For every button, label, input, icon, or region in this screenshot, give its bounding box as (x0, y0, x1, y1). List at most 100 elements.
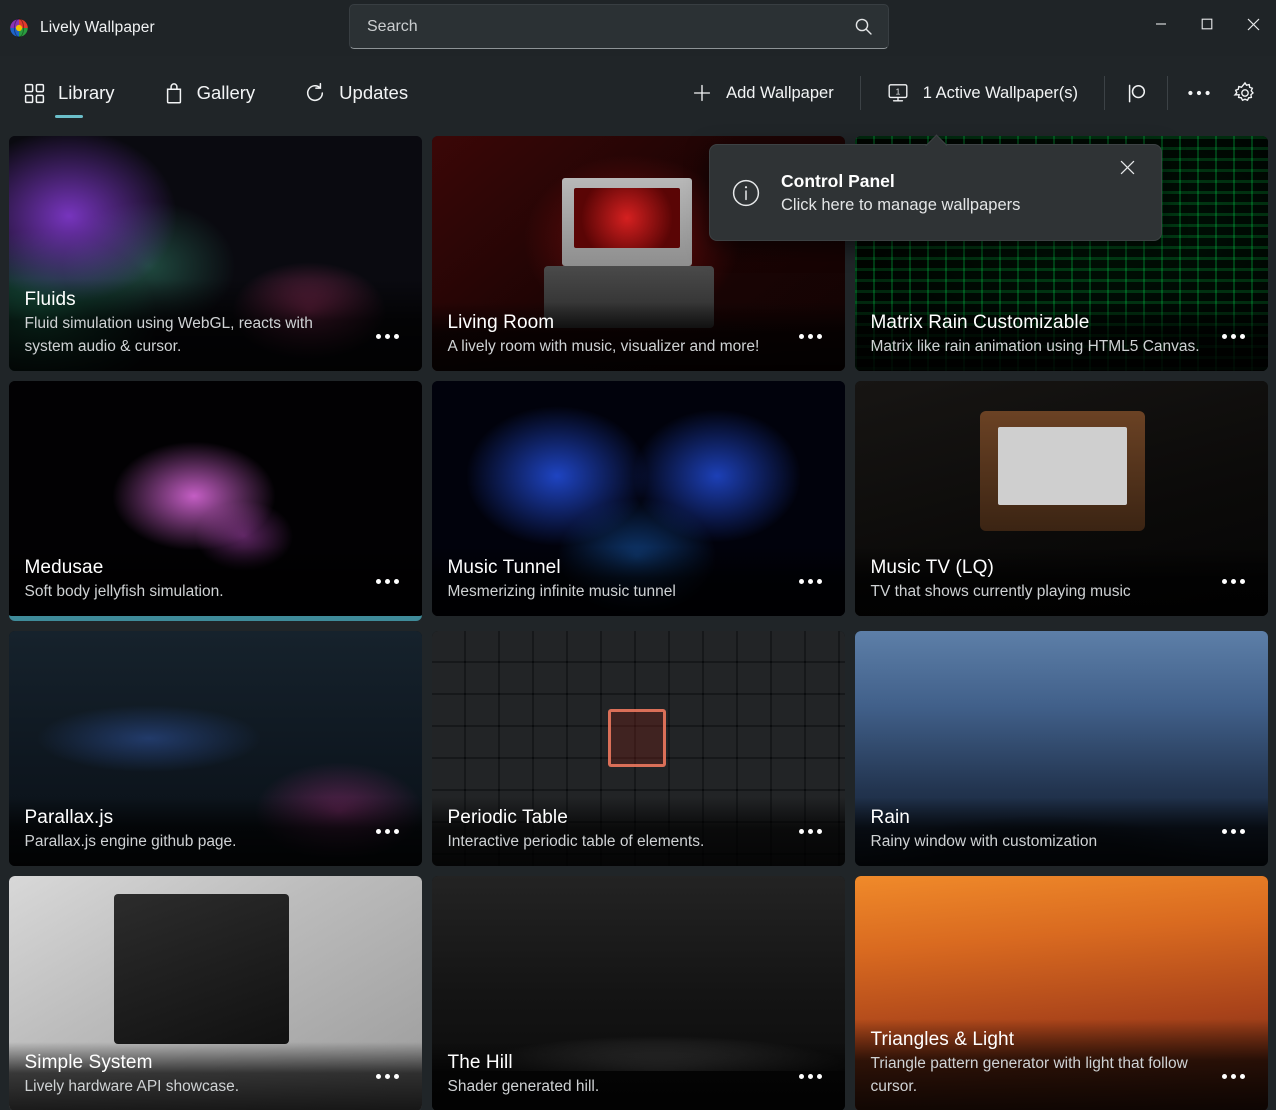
tab-gallery-underline (195, 115, 223, 118)
tab-updates-label: Updates (339, 82, 409, 103)
card-overlay: Triangles & Light Triangle pattern gener… (854, 1019, 1268, 1110)
card-texts: Fluids Fluid simulation using WebGL, rea… (25, 289, 368, 359)
card-overlay: Music TV (LQ) TV that shows currently pl… (854, 547, 1268, 616)
card-more-options-icon[interactable] (368, 319, 408, 353)
app-title: Lively Wallpaper (40, 19, 155, 36)
card-description: Mesmerizing infinite music tunnel (447, 583, 676, 601)
card-overlay: Rain Rainy window with customization (854, 797, 1268, 866)
card-title: Fluids (24, 289, 76, 311)
card-title: The Hill (447, 1052, 513, 1074)
card-description: Matrix like rain animation using HTML5 C… (870, 338, 1200, 356)
card-description: Shader generated hill. (447, 1078, 600, 1096)
tab-updates-underline (342, 115, 370, 118)
card-overlay: Periodic Table Interactive periodic tabl… (431, 797, 845, 866)
card-texts: Triangles & Light Triangle pattern gener… (871, 1029, 1214, 1099)
search-icon[interactable] (846, 11, 880, 43)
refresh-icon (304, 82, 326, 104)
card-title: Matrix Rain Customizable (870, 312, 1090, 334)
wallpaper-card-parallax-js[interactable]: Parallax.js Parallax.js engine github pa… (8, 631, 422, 866)
tab-library[interactable]: Library (16, 67, 123, 119)
wallpaper-card-rain[interactable]: Rain Rainy window with customization (854, 631, 1268, 866)
card-description: Triangle pattern generator with light th… (870, 1055, 1188, 1096)
tab-gallery[interactable]: Gallery (156, 67, 264, 119)
card-overlay: Living Room A lively room with music, vi… (431, 302, 845, 371)
add-wallpaper-label: Add Wallpaper (726, 83, 834, 102)
more-horizontal-icon[interactable] (1176, 70, 1222, 116)
card-more-options-icon[interactable] (368, 814, 408, 848)
card-overlay: Medusae Soft body jellyfish simulation. (8, 547, 422, 616)
card-overlay: Music Tunnel Mesmerizing infinite music … (431, 547, 845, 616)
card-more-options-icon[interactable] (1214, 814, 1254, 848)
active-wallpapers-label: 1 Active Wallpaper(s) (922, 83, 1078, 102)
card-overlay: Matrix Rain Customizable Matrix like rai… (854, 302, 1268, 371)
wallpaper-card-the-hill[interactable]: The Hill Shader generated hill. (431, 876, 845, 1110)
card-overlay: Fluids Fluid simulation using WebGL, rea… (8, 279, 422, 371)
wallpaper-card-medusae[interactable]: Medusae Soft body jellyfish simulation. (8, 381, 422, 621)
card-texts: Periodic Table Interactive periodic tabl… (448, 807, 791, 854)
card-more-options-icon[interactable] (368, 564, 408, 598)
card-more-options-icon[interactable] (1214, 1059, 1254, 1093)
card-description: Interactive periodic table of elements. (447, 833, 705, 851)
wallpaper-card-music-tunnel[interactable]: Music Tunnel Mesmerizing infinite music … (431, 381, 845, 616)
search-box[interactable] (349, 4, 889, 49)
toolbar-divider-3 (1167, 76, 1168, 110)
card-more-options-icon[interactable] (1214, 564, 1254, 598)
card-more-options-icon[interactable] (791, 1059, 831, 1093)
card-description: Lively hardware API showcase. (24, 1078, 240, 1096)
tab-gallery-label: Gallery (196, 82, 256, 103)
wallpaper-card-triangles-and-light[interactable]: Triangles & Light Triangle pattern gener… (854, 876, 1268, 1110)
close-icon[interactable] (1230, 0, 1276, 48)
svg-text:1: 1 (895, 86, 900, 96)
card-more-options-icon[interactable] (368, 1059, 408, 1093)
card-title: Music TV (LQ) (870, 557, 994, 579)
gear-icon[interactable] (1222, 70, 1268, 116)
search-container (349, 4, 889, 49)
maximize-icon[interactable] (1184, 0, 1230, 48)
card-more-options-icon[interactable] (791, 319, 831, 353)
wallpaper-card-periodic-table[interactable]: Periodic Table Interactive periodic tabl… (431, 631, 845, 866)
card-title: Living Room (447, 312, 555, 334)
card-texts: Music TV (LQ) TV that shows currently pl… (871, 557, 1214, 604)
wallpaper-card-music-tv-lq[interactable]: Music TV (LQ) TV that shows currently pl… (854, 381, 1268, 616)
search-input[interactable] (367, 17, 846, 36)
active-wallpapers-button[interactable]: 1 1 Active Wallpaper(s) (869, 70, 1096, 116)
card-texts: Living Room A lively room with music, vi… (448, 312, 791, 359)
card-description: Fluid simulation using WebGL, reacts wit… (24, 315, 313, 356)
card-title: Periodic Table (447, 807, 568, 829)
toolbar-divider-1 (859, 76, 861, 110)
card-texts: Matrix Rain Customizable Matrix like rai… (871, 312, 1214, 359)
patreon-icon[interactable] (1113, 70, 1159, 116)
card-more-options-icon[interactable] (791, 814, 831, 848)
tip-subtitle: Click here to manage wallpapers (781, 195, 1021, 214)
tip-arrow (925, 134, 947, 146)
toolbar-divider-2 (1104, 76, 1105, 110)
add-wallpaper-button[interactable]: Add Wallpaper (674, 70, 852, 116)
wallpaper-card-simple-system[interactable]: Simple System Lively hardware API showca… (8, 876, 422, 1110)
card-texts: Parallax.js Parallax.js engine github pa… (25, 807, 368, 854)
card-more-options-icon[interactable] (1214, 319, 1254, 353)
wallpaper-grid: Fluids Fluid simulation using WebGL, rea… (8, 136, 1268, 1110)
app-brand: Lively Wallpaper (0, 0, 155, 56)
card-texts: Simple System Lively hardware API showca… (25, 1052, 368, 1099)
wallpaper-card-fluids[interactable]: Fluids Fluid simulation using WebGL, rea… (8, 136, 422, 371)
tip-texts: Control Panel Click here to manage wallp… (781, 171, 1111, 215)
card-more-options-icon[interactable] (791, 564, 831, 598)
command-bar-actions: Add Wallpaper 1 1 Active Wallpaper(s) (674, 56, 1276, 130)
card-description: Rainy window with customization (870, 833, 1098, 851)
card-overlay: The Hill Shader generated hill. (431, 1042, 845, 1110)
command-bar: Library Gallery Updates Add Wallpaper 1 … (0, 56, 1276, 130)
card-title: Parallax.js (24, 807, 114, 829)
tab-active-underline (55, 115, 84, 118)
card-title: Rain (870, 807, 910, 829)
minimize-icon[interactable] (1138, 0, 1184, 48)
monitor-icon: 1 (887, 83, 909, 103)
library-grid-container: Fluids Fluid simulation using WebGL, rea… (0, 130, 1276, 1110)
tab-updates[interactable]: Updates (296, 67, 416, 119)
card-description: Soft body jellyfish simulation. (24, 583, 224, 601)
window-controls (1138, 0, 1276, 48)
tip-close-icon[interactable] (1111, 151, 1143, 183)
plus-icon (692, 83, 712, 103)
card-title: Music Tunnel (447, 557, 561, 579)
card-title: Simple System (24, 1052, 153, 1074)
card-texts: Rain Rainy window with customization (871, 807, 1214, 854)
